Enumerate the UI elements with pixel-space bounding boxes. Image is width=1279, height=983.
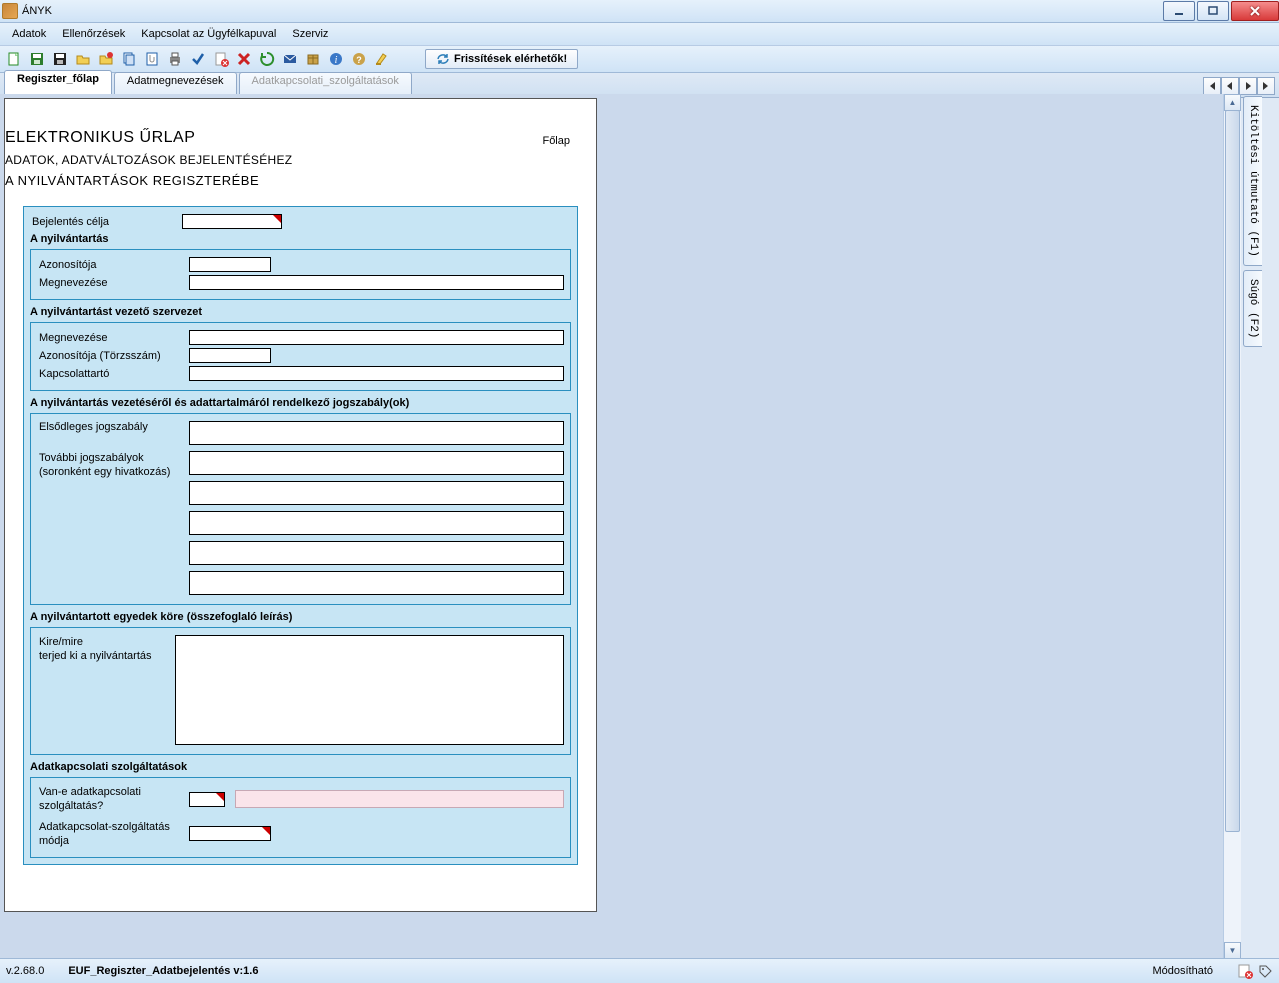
input-service-note[interactable]	[235, 790, 564, 808]
updates-label: Frissítések elérhetők!	[454, 53, 567, 65]
input-law-5[interactable]	[189, 541, 564, 565]
input-purpose[interactable]	[182, 214, 282, 229]
scroll-up-icon[interactable]: ▲	[1224, 94, 1241, 111]
nav-first-icon[interactable]	[1203, 77, 1221, 95]
label-registry-name: Megnevezése	[37, 277, 189, 289]
label-purpose: Bejelentés célja	[30, 216, 182, 228]
check-icon[interactable]	[188, 49, 208, 69]
open-icon[interactable]	[73, 49, 93, 69]
refresh-arrows-icon	[436, 52, 450, 66]
nav-prev-icon[interactable]	[1221, 77, 1239, 95]
close-button[interactable]	[1231, 1, 1279, 21]
menu-adatok[interactable]: Adatok	[4, 26, 54, 42]
label-primary-law: Elsődleges jogszabály	[37, 421, 189, 433]
window-title: ÁNYK	[22, 5, 52, 17]
nav-next-icon[interactable]	[1239, 77, 1257, 95]
menu-ellenorzesek[interactable]: Ellenőrzések	[54, 26, 133, 42]
status-version: v.2.68.0	[6, 965, 44, 977]
label-registry-id: Azonosítója	[37, 259, 189, 271]
label-scope-1: Kire/mire	[39, 635, 175, 649]
vertical-scrollbar[interactable]: ▲ ▼	[1223, 94, 1241, 959]
label-org-contact: Kapcsolattartó	[37, 368, 189, 380]
input-org-id[interactable]	[189, 348, 271, 363]
label-more-laws-2: (soronként egy hivatkozás)	[39, 465, 189, 479]
form-title-1: ELEKTRONIKUS ŰRLAP	[5, 129, 596, 147]
package-icon[interactable]	[303, 49, 323, 69]
input-has-service[interactable]	[189, 792, 225, 807]
menubar: Adatok Ellenőrzések Kapcsolat az Ügyfélk…	[0, 23, 1279, 46]
input-org-contact[interactable]	[189, 366, 564, 381]
svg-text:i: i	[335, 55, 338, 66]
sidetab-fill-guide[interactable]: Kitöltési útmutató (F1)	[1243, 96, 1262, 266]
input-scope[interactable]	[175, 635, 564, 745]
copy-icon[interactable]	[119, 49, 139, 69]
print-icon[interactable]	[165, 49, 185, 69]
titlebar: ÁNYK	[0, 0, 1279, 23]
input-org-name[interactable]	[189, 330, 564, 345]
maximize-button[interactable]	[1197, 1, 1229, 21]
input-registry-name[interactable]	[189, 275, 564, 290]
input-primary-law[interactable]	[189, 421, 564, 445]
heading-scope: A nyilvántartott egyedek köre (összefogl…	[30, 611, 571, 623]
menu-kapcsolat[interactable]: Kapcsolat az Ügyfélkapuval	[133, 26, 284, 42]
save-icon[interactable]	[27, 49, 47, 69]
new-icon[interactable]	[4, 49, 24, 69]
minimize-button[interactable]	[1163, 1, 1195, 21]
updates-available-button[interactable]: Frissítések elérhetők!	[425, 49, 578, 69]
statusbar: v.2.68.0 EUF_Regiszter_Adatbejelentés v:…	[0, 958, 1279, 983]
form-title-3: A NYILVÁNTARTÁSOK REGISZTERÉBE	[5, 173, 596, 188]
mail-icon[interactable]	[280, 49, 300, 69]
open-marked-icon[interactable]	[96, 49, 116, 69]
workarea: Főlap ELEKTRONIKUS ŰRLAP ADATOK, ADATVÁL…	[0, 94, 1241, 959]
page-corner-label: Főlap	[542, 135, 570, 147]
error-icon[interactable]	[211, 49, 231, 69]
status-tag-icon[interactable]	[1257, 963, 1273, 979]
scroll-down-icon[interactable]: ▼	[1224, 942, 1241, 959]
status-document: EUF_Regiszter_Adatbejelentés v:1.6	[68, 965, 258, 977]
input-registry-id[interactable]	[189, 257, 271, 272]
save-black-icon[interactable]	[50, 49, 70, 69]
status-state: Módosítható	[1152, 965, 1213, 977]
heading-registry: A nyilvántartás	[30, 233, 571, 245]
svg-text:?: ?	[356, 55, 362, 65]
recycle-icon[interactable]	[257, 49, 277, 69]
attach-icon[interactable]	[142, 49, 162, 69]
menu-szerviz[interactable]: Szerviz	[284, 26, 336, 42]
nav-last-icon[interactable]	[1257, 77, 1275, 95]
form-title-2: ADATOK, ADATVÁLTOZÁSOK BEJELENTÉSÉHEZ	[5, 153, 596, 167]
label-has-service-1: Van-e adatkapcsolati	[39, 785, 189, 799]
heading-laws: A nyilvántartás vezetéséről és adattarta…	[30, 397, 571, 409]
label-more-laws-1: További jogszabályok	[39, 451, 189, 465]
sidetab-help[interactable]: Súgó (F2)	[1243, 270, 1262, 347]
toolbar: i ? Frissítések elérhetők!	[0, 46, 1279, 73]
label-org-id: Azonosítója (Törzsszám)	[37, 350, 189, 362]
info-icon[interactable]: i	[326, 49, 346, 69]
tab-regiszter-folap[interactable]: Regiszter_főlap	[4, 70, 112, 97]
heading-dataconn: Adatkapcsolati szolgáltatások	[30, 761, 571, 773]
input-law-4[interactable]	[189, 511, 564, 535]
highlight-icon[interactable]	[372, 49, 392, 69]
delete-icon[interactable]	[234, 49, 254, 69]
heading-org: A nyilvántartást vezető szervezet	[30, 306, 571, 318]
label-org-name: Megnevezése	[37, 332, 189, 344]
app-icon	[2, 3, 18, 19]
status-error-icon[interactable]	[1237, 963, 1253, 979]
help-icon[interactable]: ?	[349, 49, 369, 69]
input-service-mode[interactable]	[189, 826, 271, 841]
input-law-3[interactable]	[189, 481, 564, 505]
label-service-mode-2: módja	[39, 834, 189, 848]
label-service-mode-1: Adatkapcsolat-szolgáltatás	[39, 820, 189, 834]
form-page: Főlap ELEKTRONIKUS ŰRLAP ADATOK, ADATVÁL…	[4, 98, 597, 912]
input-law-6[interactable]	[189, 571, 564, 595]
label-has-service-2: szolgáltatás?	[39, 799, 189, 813]
scroll-thumb[interactable]	[1225, 110, 1240, 832]
label-scope-2: terjed ki a nyilvántartás	[39, 649, 175, 663]
input-law-2[interactable]	[189, 451, 564, 475]
